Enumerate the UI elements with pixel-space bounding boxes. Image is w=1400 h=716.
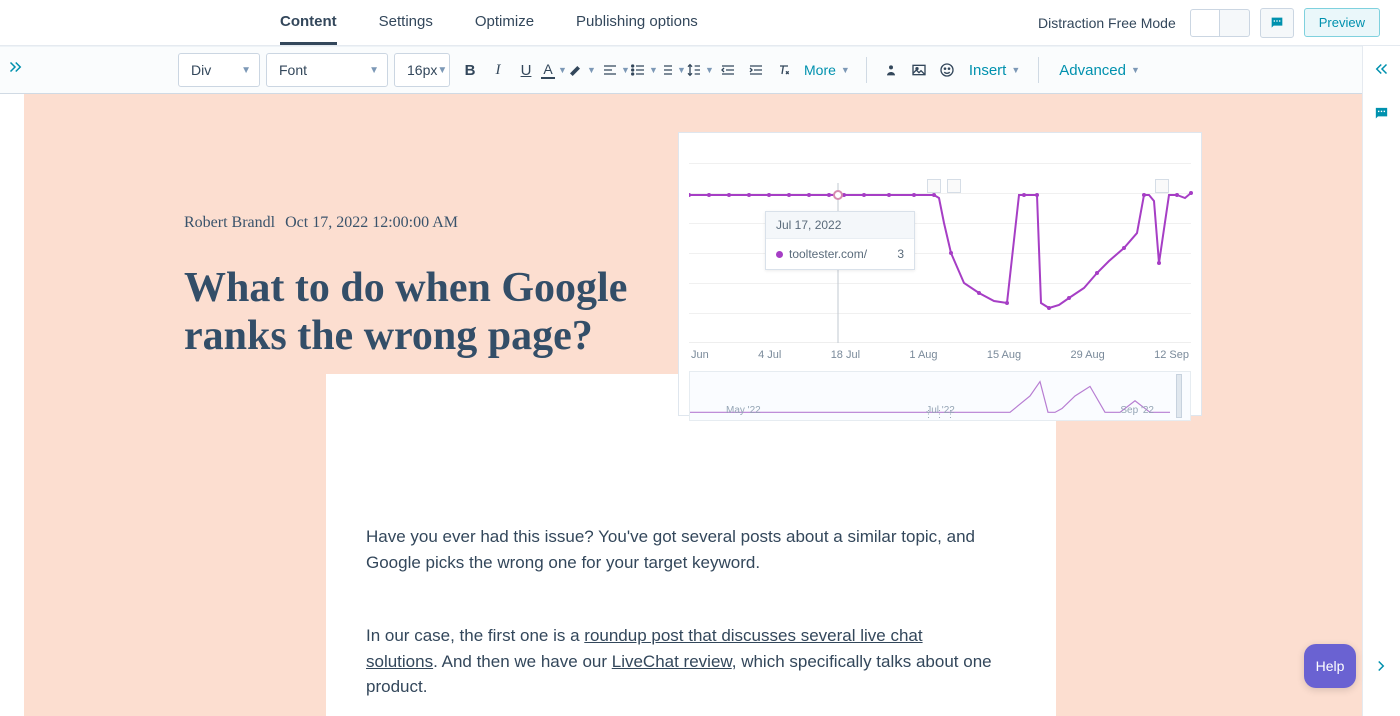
- insert-image-button[interactable]: [905, 55, 933, 85]
- paragraph[interactable]: Have you ever had this issue? You've got…: [366, 524, 996, 575]
- bullet-list-button[interactable]: ▼: [630, 55, 658, 85]
- series-dot: [776, 251, 783, 258]
- tooltip-value: 3: [897, 247, 904, 261]
- image-icon: [911, 62, 927, 78]
- tab-content[interactable]: Content: [280, 1, 337, 45]
- chart-x-axis: Jun 4 Jul 18 Jul 1 Aug 15 Aug 29 Aug 12 …: [689, 343, 1191, 361]
- tab-publishing-options[interactable]: Publishing options: [576, 1, 698, 45]
- post-title[interactable]: What to do when Google ranks the wrong p…: [184, 264, 644, 361]
- overview-handle[interactable]: [1176, 374, 1182, 418]
- distraction-free-label: Distraction Free Mode: [1038, 15, 1176, 31]
- tab-settings[interactable]: Settings: [379, 1, 433, 45]
- editor-canvas[interactable]: Robert Brandl Oct 17, 2022 12:00:00 AM W…: [24, 94, 1362, 716]
- insert-menu[interactable]: Insert▼: [961, 62, 1028, 79]
- distraction-free-toggle[interactable]: [1190, 9, 1250, 37]
- clear-format-button[interactable]: [770, 55, 798, 85]
- align-button[interactable]: ▼: [602, 55, 630, 85]
- chat-icon: [1373, 105, 1390, 122]
- preview-button[interactable]: Preview: [1304, 8, 1380, 37]
- bold-button[interactable]: B: [456, 55, 484, 85]
- emoji-icon: [939, 62, 955, 78]
- tooltip-date: Jul 17, 2022: [766, 212, 914, 239]
- comments-panel-button[interactable]: [1373, 105, 1390, 127]
- align-left-icon: [602, 62, 618, 78]
- post-date: Oct 17, 2022 12:00:00 AM: [285, 214, 458, 231]
- clear-format-icon: [776, 62, 792, 78]
- link-livechat[interactable]: LiveChat review: [612, 652, 732, 671]
- chevrons-left-icon: [1373, 60, 1391, 78]
- post-author: Robert Brandl: [184, 214, 275, 231]
- paragraph[interactable]: In our case, the first one is a roundup …: [366, 623, 996, 700]
- tab-bar: Content Settings Optimize Publishing opt…: [0, 0, 1400, 46]
- toolbar-wrap: Div▼ Font▼ 16px▼ B I U A▼ ▼ ▼ ▼ ▼: [0, 46, 1400, 94]
- more-button[interactable]: More▼: [798, 62, 856, 78]
- numbered-list-button[interactable]: ▼: [658, 55, 686, 85]
- line-height-icon: [686, 62, 702, 78]
- chevron-right-icon: [1372, 657, 1390, 675]
- font-family-select[interactable]: Font▼: [266, 53, 388, 87]
- chart-image[interactable]: Jul 17, 2022 tooltester.com/ 3 Jun 4 Jul…: [678, 132, 1202, 416]
- chat-icon: [1269, 15, 1285, 31]
- underline-button[interactable]: U: [512, 55, 540, 85]
- personalization-button[interactable]: [877, 55, 905, 85]
- next-arrow-button[interactable]: [1372, 657, 1390, 680]
- pen-icon: [568, 62, 584, 78]
- indent-increase-button[interactable]: [742, 55, 770, 85]
- post-body[interactable]: Have you ever had this issue? You've got…: [326, 374, 1056, 716]
- highlight-button[interactable]: ▼: [568, 55, 596, 85]
- chart-overview[interactable]: May '22 Jul '22 Sep '22 ⋮⋮⋮: [689, 371, 1191, 421]
- indent-decrease-icon: [720, 62, 736, 78]
- advanced-menu[interactable]: Advanced▼: [1049, 62, 1150, 79]
- expand-right-panel-button[interactable]: [1373, 60, 1391, 83]
- block-type-select[interactable]: Div▼: [178, 53, 260, 87]
- indent-increase-icon: [748, 62, 764, 78]
- indent-decrease-button[interactable]: [714, 55, 742, 85]
- font-size-select[interactable]: 16px▼: [394, 53, 450, 87]
- overview-grip[interactable]: ⋮⋮⋮: [924, 409, 957, 420]
- tab-optimize[interactable]: Optimize: [475, 1, 534, 45]
- insert-emoji-button[interactable]: [933, 55, 961, 85]
- expand-left-panel-button[interactable]: [6, 58, 24, 81]
- chevrons-right-icon: [6, 58, 24, 76]
- tab-bar-right: Distraction Free Mode Preview: [1038, 8, 1380, 38]
- person-tag-icon: [883, 62, 899, 78]
- editor-toolbar: Div▼ Font▼ 16px▼ B I U A▼ ▼ ▼ ▼ ▼: [0, 46, 1400, 94]
- right-panel: [1362, 46, 1400, 716]
- numbered-list-icon: [658, 62, 674, 78]
- help-button[interactable]: Help: [1304, 644, 1356, 688]
- chart-tooltip: Jul 17, 2022 tooltester.com/ 3: [765, 211, 915, 270]
- italic-button[interactable]: I: [484, 55, 512, 85]
- annotation-marker: [927, 179, 941, 193]
- annotation-marker: [947, 179, 961, 193]
- post-hero: Robert Brandl Oct 17, 2022 12:00:00 AM W…: [24, 94, 1362, 374]
- tabs: Content Settings Optimize Publishing opt…: [280, 1, 698, 45]
- text-color-button[interactable]: A▼: [540, 55, 568, 85]
- comments-button[interactable]: [1260, 8, 1294, 38]
- annotation-marker: [1155, 179, 1169, 193]
- tooltip-site: tooltester.com/: [789, 247, 867, 261]
- chart-main: Jul 17, 2022 tooltester.com/ 3: [689, 143, 1191, 343]
- line-height-button[interactable]: ▼: [686, 55, 714, 85]
- bullet-list-icon: [630, 62, 646, 78]
